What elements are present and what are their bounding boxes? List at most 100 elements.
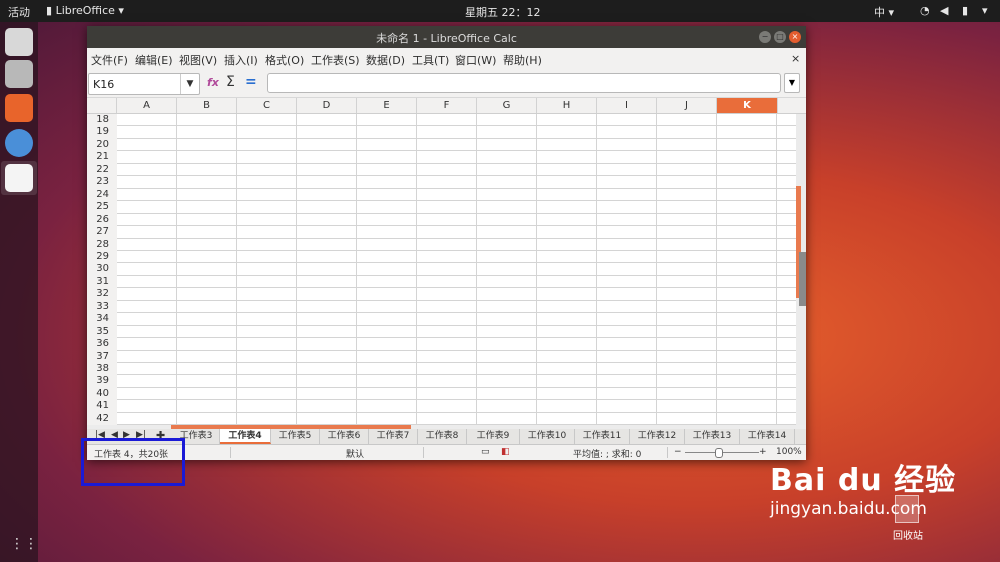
- menu-file[interactable]: 文件(F): [91, 52, 128, 68]
- sheet-tab[interactable]: 工作表13: [685, 429, 740, 444]
- row-header[interactable]: 32: [87, 288, 109, 299]
- column-header[interactable]: G: [477, 98, 537, 113]
- selection-mode-icon[interactable]: ▭: [481, 447, 490, 457]
- row-header[interactable]: 30: [87, 263, 109, 274]
- sheet-tab[interactable]: 工作表10: [520, 429, 575, 444]
- row-header[interactable]: 24: [87, 189, 109, 200]
- row-header[interactable]: 23: [87, 176, 109, 187]
- column-header[interactable]: D: [297, 98, 357, 113]
- trash-label: 回收站: [893, 531, 923, 542]
- formula-bar: K16 ▼ fx Σ = ▼: [87, 71, 806, 98]
- menu-help[interactable]: 帮助(H): [503, 52, 542, 68]
- menu-edit[interactable]: 编辑(E): [135, 52, 173, 68]
- row-header[interactable]: 40: [87, 388, 109, 399]
- row-header[interactable]: 20: [87, 139, 109, 150]
- menu-data[interactable]: 数据(D): [366, 52, 405, 68]
- volume-icon[interactable]: ◀: [940, 4, 948, 17]
- cell-grid[interactable]: [117, 114, 797, 425]
- activities-button[interactable]: 活动: [8, 4, 30, 20]
- row-header[interactable]: 33: [87, 301, 109, 312]
- sheet-tab[interactable]: 工作表7: [369, 429, 418, 444]
- menu-sheet[interactable]: 工作表(S): [311, 52, 360, 68]
- row-header[interactable]: 18: [87, 114, 109, 125]
- column-header[interactable]: J: [657, 98, 717, 113]
- function-wizard-icon[interactable]: fx: [207, 76, 219, 89]
- clock[interactable]: 星期五 22：12: [465, 4, 541, 20]
- files-icon[interactable]: [5, 60, 33, 88]
- sheet-tab[interactable]: 工作表14: [740, 429, 795, 444]
- sheet-tab[interactable]: 工作表11: [575, 429, 630, 444]
- close-window-button[interactable]: ×: [789, 31, 801, 43]
- grid-column-line: [416, 114, 417, 425]
- select-all-corner[interactable]: [87, 98, 117, 113]
- formula-input[interactable]: [267, 73, 781, 93]
- row-header[interactable]: 41: [87, 400, 109, 411]
- chromium-icon[interactable]: [5, 129, 33, 157]
- sheet-tab-active[interactable]: 工作表4: [220, 429, 271, 444]
- row-header[interactable]: 36: [87, 338, 109, 349]
- row-header[interactable]: 26: [87, 214, 109, 225]
- sheet-tab[interactable]: 工作表9: [467, 429, 520, 444]
- column-header[interactable]: I: [597, 98, 657, 113]
- sum-icon[interactable]: Σ: [226, 74, 235, 90]
- row-header[interactable]: 29: [87, 251, 109, 262]
- menu-tools[interactable]: 工具(T): [412, 52, 449, 68]
- row-header[interactable]: 37: [87, 351, 109, 362]
- app-menu[interactable]: ▮ LibreOffice ▾: [46, 4, 124, 17]
- selection-summary[interactable]: 平均值: ; 求和: 0: [573, 447, 641, 460]
- window-titlebar[interactable]: 未命名 1 - LibreOffice Calc − □ ×: [87, 26, 806, 48]
- column-header[interactable]: C: [237, 98, 297, 113]
- row-header[interactable]: 28: [87, 239, 109, 250]
- sheet-tab[interactable]: 工作表8: [418, 429, 467, 444]
- row-header[interactable]: 34: [87, 313, 109, 324]
- input-method-label: 中: [874, 6, 885, 19]
- sidebar-toggle-handle[interactable]: [799, 252, 806, 306]
- software-center-icon[interactable]: [5, 94, 33, 122]
- zoom-out-button[interactable]: −: [674, 447, 682, 457]
- row-header[interactable]: 19: [87, 126, 109, 137]
- expand-formula-bar-button[interactable]: ▼: [784, 73, 800, 93]
- row-header[interactable]: 38: [87, 363, 109, 374]
- grid-column-line: [596, 114, 597, 425]
- show-apps-grid-icon[interactable]: ⋮⋮: [10, 536, 38, 552]
- battery-icon[interactable]: ▮: [962, 4, 968, 17]
- menu-format[interactable]: 格式(O): [265, 52, 304, 68]
- column-header[interactable]: E: [357, 98, 417, 113]
- zoom-slider-handle[interactable]: [715, 448, 723, 458]
- document-modified-icon[interactable]: ◧: [501, 447, 510, 457]
- row-header[interactable]: 35: [87, 326, 109, 337]
- mail-icon[interactable]: [5, 28, 33, 56]
- sheet-tab[interactable]: 工作表12: [630, 429, 685, 444]
- page-style-status[interactable]: 默认: [346, 447, 364, 460]
- row-header[interactable]: 21: [87, 151, 109, 162]
- row-header[interactable]: 22: [87, 164, 109, 175]
- sheet-tab[interactable]: 工作表6: [320, 429, 369, 444]
- name-box[interactable]: K16 ▼: [88, 73, 200, 95]
- libreoffice-icon[interactable]: [5, 164, 33, 192]
- sheet-tab[interactable]: 工作表5: [271, 429, 320, 444]
- system-menu-chevron-icon[interactable]: ▾: [982, 4, 988, 17]
- row-header[interactable]: 42: [87, 413, 109, 424]
- menu-window[interactable]: 窗口(W): [455, 52, 496, 68]
- row-header[interactable]: 31: [87, 276, 109, 287]
- column-header-selected[interactable]: K: [717, 98, 778, 113]
- zoom-in-button[interactable]: +: [759, 447, 767, 457]
- row-header[interactable]: 39: [87, 375, 109, 386]
- maximize-button[interactable]: □: [774, 31, 786, 43]
- grid-row-line: [117, 249, 797, 251]
- minimize-button[interactable]: −: [759, 31, 771, 43]
- column-header[interactable]: H: [537, 98, 597, 113]
- column-header[interactable]: F: [417, 98, 477, 113]
- column-header[interactable]: B: [177, 98, 237, 113]
- menu-view[interactable]: 视图(V): [179, 52, 217, 68]
- menu-insert[interactable]: 插入(I): [224, 52, 258, 68]
- row-header[interactable]: 27: [87, 226, 109, 237]
- column-header[interactable]: A: [117, 98, 177, 113]
- formula-equals-icon[interactable]: =: [245, 74, 257, 90]
- close-document-button[interactable]: ×: [791, 52, 800, 65]
- trash-desktop-icon[interactable]: 回收站: [883, 495, 933, 545]
- wifi-icon[interactable]: ◔: [920, 4, 930, 17]
- row-header[interactable]: 25: [87, 201, 109, 212]
- input-method-indicator[interactable]: 中 ▾: [874, 4, 894, 20]
- chevron-down-icon[interactable]: ▼: [180, 74, 199, 94]
